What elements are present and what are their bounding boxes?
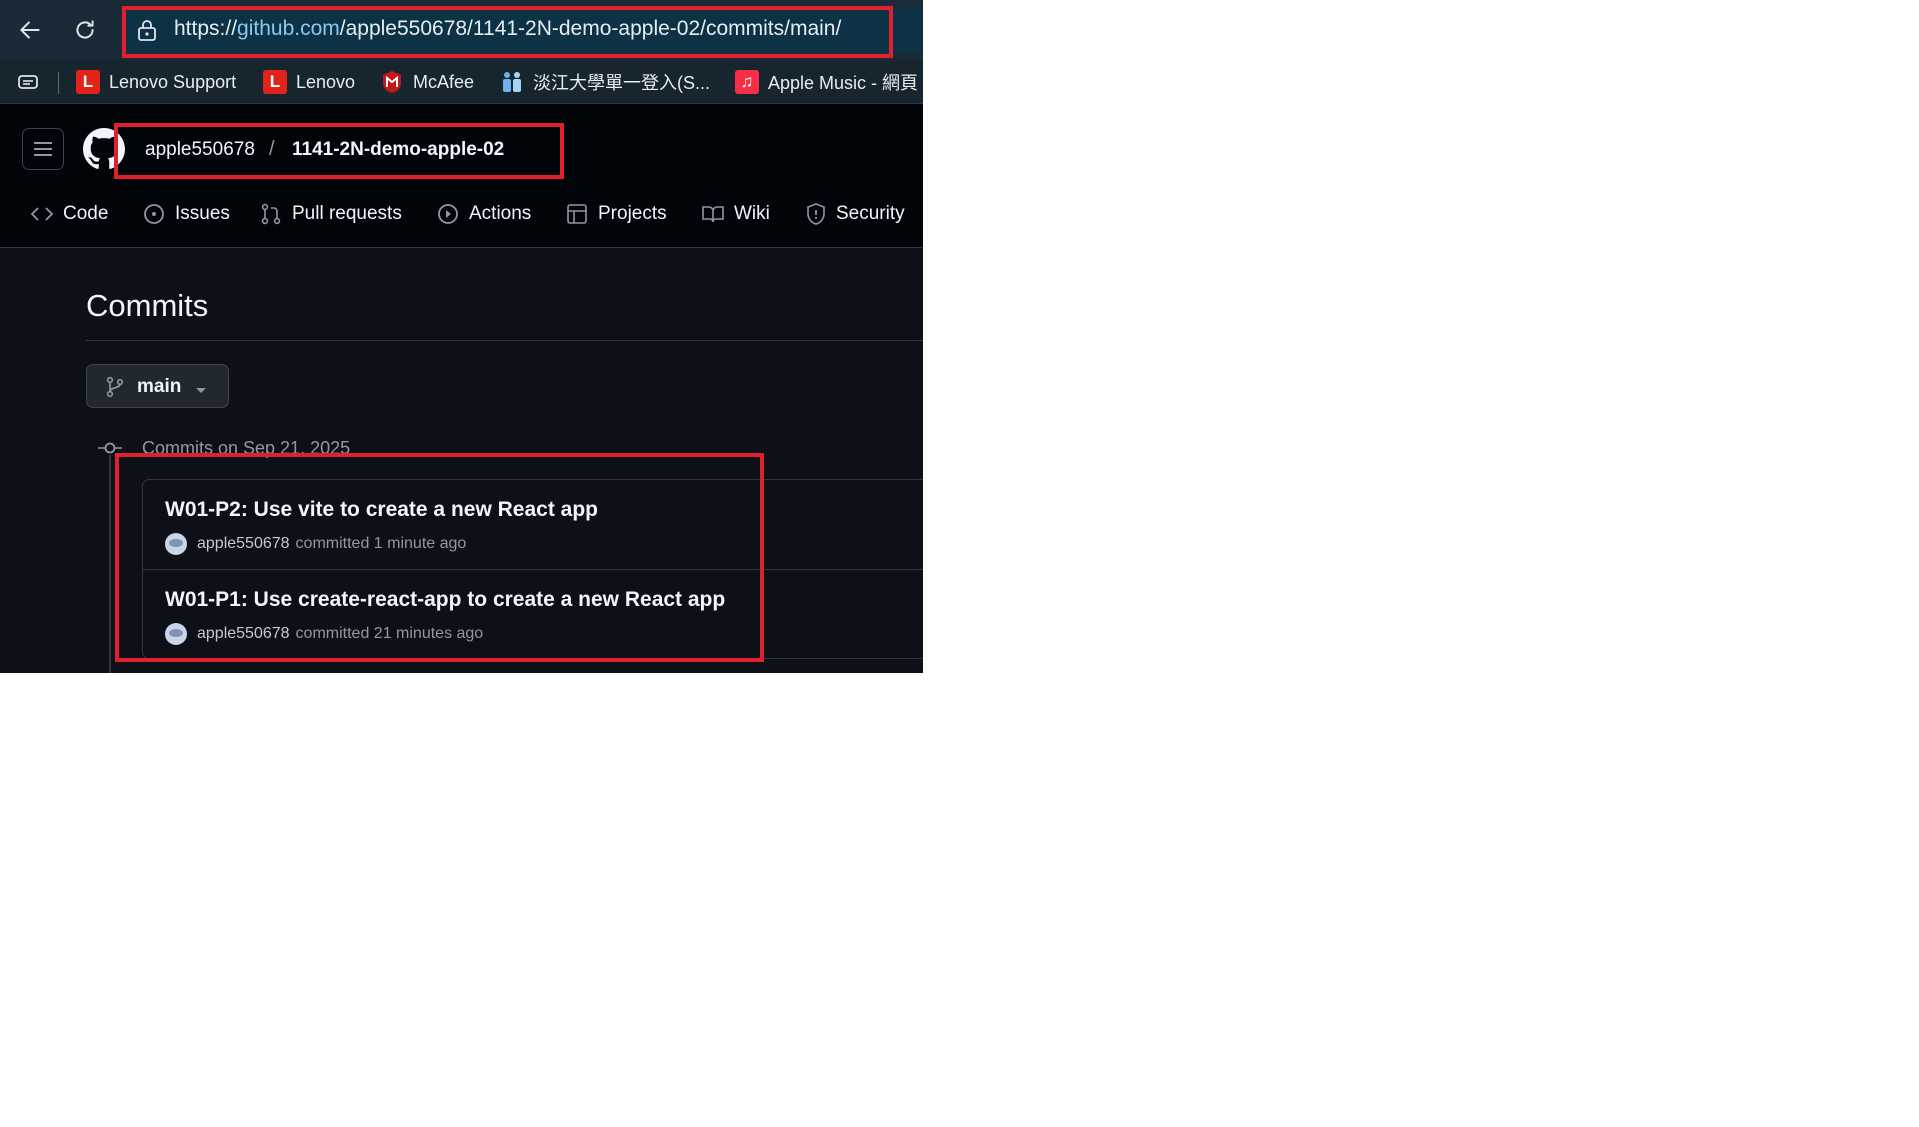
- tab-issues[interactable]: Issues: [143, 200, 230, 228]
- caret-down-icon: [195, 382, 207, 400]
- actions-icon: [437, 203, 459, 225]
- bookmark-label: Apple Music - 網頁: [768, 73, 919, 93]
- reload-icon: [76, 20, 94, 39]
- tab-projects[interactable]: Projects: [566, 200, 667, 228]
- bookmark-label: Lenovo: [296, 71, 356, 92]
- reload-button[interactable]: [65, 10, 105, 50]
- bookmark-tku-sso[interactable]: 淡江大學單一登入(S...: [500, 67, 710, 97]
- apple-music-favicon: ♫: [735, 70, 759, 94]
- tab-label: Issues: [175, 203, 230, 224]
- shield-icon: [806, 203, 826, 225]
- collections-icon: [18, 75, 38, 89]
- pull-request-icon: [260, 203, 282, 225]
- tab-label: Projects: [598, 203, 667, 224]
- bookmark-lenovo[interactable]: L Lenovo: [263, 67, 355, 97]
- tab-code[interactable]: Code: [31, 200, 108, 228]
- tab-wiki[interactable]: Wiki: [702, 200, 770, 228]
- annotation-box-url: [122, 6, 893, 58]
- git-branch-icon: [105, 376, 125, 403]
- screenshot-region: https://github.com/apple550678/1141-2N-d…: [0, 0, 923, 673]
- tab-pull-requests[interactable]: Pull requests: [260, 200, 402, 228]
- annotation-box-commits: [115, 453, 764, 662]
- tab-label: Actions: [469, 203, 532, 224]
- lenovo-favicon: L: [263, 70, 287, 94]
- bookmark-separator: [58, 72, 59, 94]
- bookmarks-bar: L Lenovo Support L Lenovo McAfee 淡江大學單一登…: [0, 60, 923, 104]
- lenovo-favicon: L: [76, 70, 100, 94]
- bookmark-label: Lenovo Support: [109, 71, 237, 92]
- branch-name: main: [137, 376, 182, 397]
- tab-label: Pull requests: [292, 203, 402, 224]
- mcafee-favicon: [380, 70, 404, 94]
- timeline-line: [109, 455, 111, 673]
- tab-label: Security: [836, 203, 905, 224]
- page-title: Commits: [86, 288, 209, 323]
- bookmark-mcafee[interactable]: McAfee: [380, 67, 474, 97]
- bookmark-label: McAfee: [413, 71, 475, 92]
- projects-icon: [566, 203, 588, 225]
- annotation-box-repo: [114, 123, 564, 179]
- tab-label: Wiki: [734, 203, 770, 224]
- back-button[interactable]: [10, 10, 50, 50]
- bookmark-lenovo-support[interactable]: L Lenovo Support: [76, 67, 236, 97]
- bookmark-label: 淡江大學單一登入(S...: [533, 73, 711, 93]
- tab-actions[interactable]: Actions: [437, 200, 531, 228]
- book-icon: [702, 204, 724, 224]
- collections-button[interactable]: [8, 62, 48, 102]
- tab-label: Code: [63, 203, 109, 224]
- code-icon: [31, 205, 53, 223]
- tku-favicon: [500, 70, 524, 94]
- branch-selector-button[interactable]: main: [86, 364, 229, 408]
- menu-button[interactable]: [22, 128, 64, 170]
- back-arrow-icon: [20, 21, 40, 39]
- title-divider: [86, 340, 923, 341]
- issue-icon: [143, 203, 165, 225]
- tab-security[interactable]: Security: [806, 200, 905, 228]
- hamburger-icon: [34, 142, 52, 156]
- bookmark-apple-music[interactable]: ♫ Apple Music - 網頁: [735, 67, 918, 97]
